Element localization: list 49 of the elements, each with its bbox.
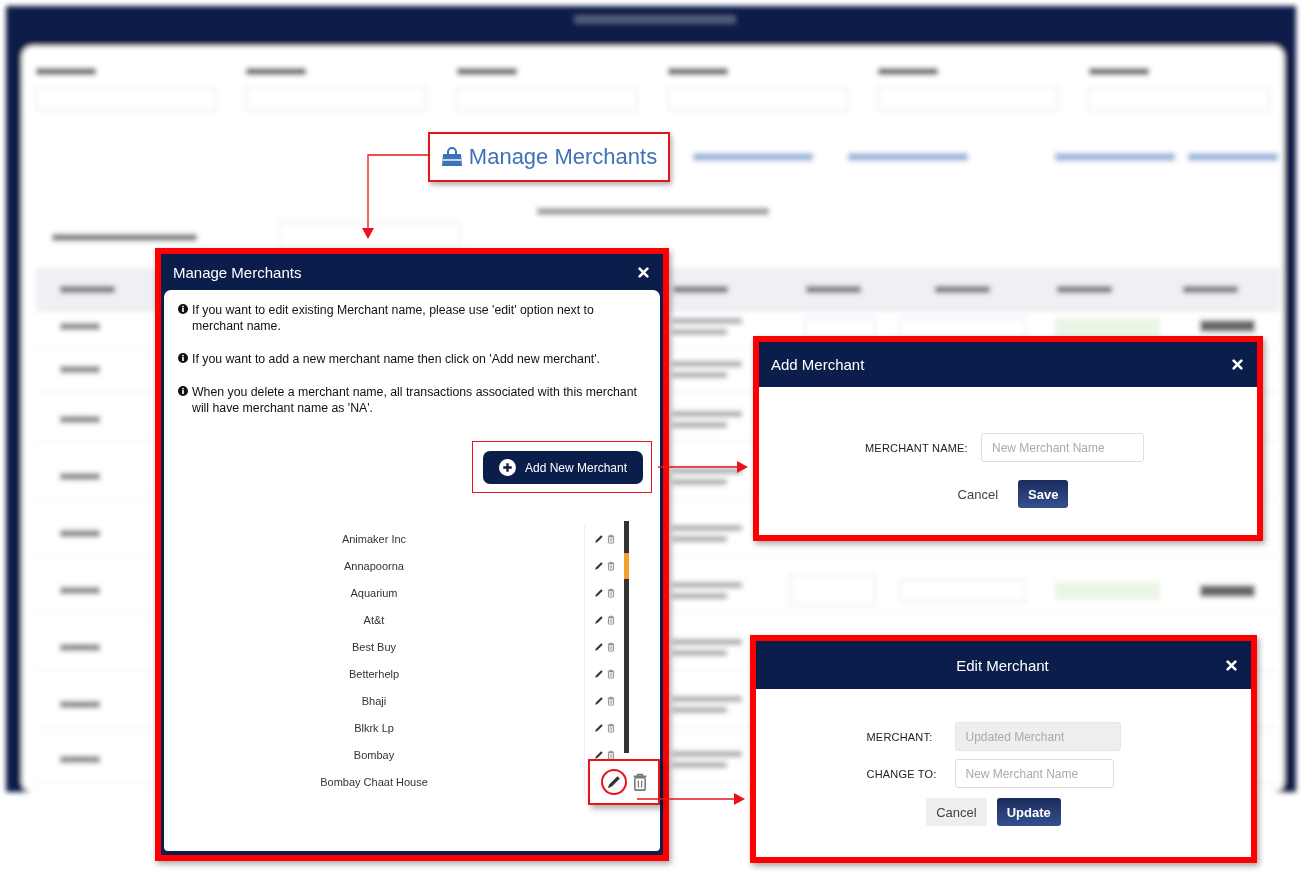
close-icon[interactable] [1226, 659, 1237, 671]
cancel-button[interactable]: Cancel [947, 480, 1009, 508]
modal-title: Manage Merchants [173, 263, 302, 281]
info-note: When you delete a merchant name, all transactions associated with this merchant will have merchant name as 'NA'. [192, 384, 638, 416]
field-label: MERCHANT NAME: [865, 441, 969, 454]
merchant-name: Best Buy [351, 639, 397, 655]
close-icon[interactable] [638, 266, 649, 278]
pencil-icon[interactable] [594, 749, 604, 760]
manage-merchants-link[interactable]: Manage Merchants [468, 144, 658, 170]
pencil-icon[interactable] [594, 533, 604, 544]
pencil-icon[interactable] [594, 587, 604, 598]
pencil-icon[interactable] [605, 774, 622, 790]
merchant-name: Animaker Inc [340, 531, 408, 547]
trash-icon[interactable] [631, 772, 648, 792]
shopping-bag-icon [440, 147, 463, 167]
merchant-name: Blkrk Lp [353, 720, 395, 736]
pencil-icon[interactable] [594, 641, 604, 652]
info-icon [178, 304, 188, 314]
field-label: MERCHANT: [866, 730, 934, 743]
pencil-icon[interactable] [594, 614, 604, 625]
submit-button[interactable]: Update [996, 798, 1061, 826]
close-icon[interactable] [1232, 359, 1243, 370]
pencil-icon[interactable] [594, 722, 604, 733]
merchant-name: Annapoorna [343, 558, 405, 574]
add-merchant-button[interactable]: Add New Merchant [482, 451, 643, 484]
merchant-name: Bombay [352, 747, 396, 763]
trash-icon[interactable] [607, 749, 615, 760]
field-label: CHANGE TO: [866, 767, 938, 780]
plus-circle-icon [498, 459, 516, 476]
merchant-name: Aquarium [349, 585, 399, 601]
merchant-name: At&t [362, 612, 386, 628]
pencil-icon[interactable] [594, 695, 604, 706]
info-note: If you want to add a new merchant name then click on 'Add new merchant'. [192, 351, 600, 367]
scrollbar-thumb[interactable] [624, 553, 629, 579]
info-note: If you want to edit existing Merchant name, please use 'edit' option next to merchant name. [192, 302, 595, 334]
merchant-name: Betterhelp [347, 666, 401, 682]
modal-title: Edit Merchant [956, 656, 1049, 674]
input-field[interactable]: New Merchant Name [954, 759, 1114, 788]
submit-button[interactable]: Save [1018, 480, 1069, 508]
pencil-icon[interactable] [594, 560, 604, 571]
modal-title: Add Merchant [771, 356, 865, 373]
merchant-name: Bhaji [360, 693, 388, 709]
info-icon [178, 353, 188, 363]
scrollbar[interactable] [624, 521, 629, 753]
cancel-button[interactable]: Cancel [926, 798, 987, 826]
pencil-icon[interactable] [594, 668, 604, 679]
merchant-name: Bombay Chaat House [319, 774, 429, 790]
info-icon [178, 386, 188, 396]
input-field[interactable]: New Merchant Name [981, 433, 1145, 462]
